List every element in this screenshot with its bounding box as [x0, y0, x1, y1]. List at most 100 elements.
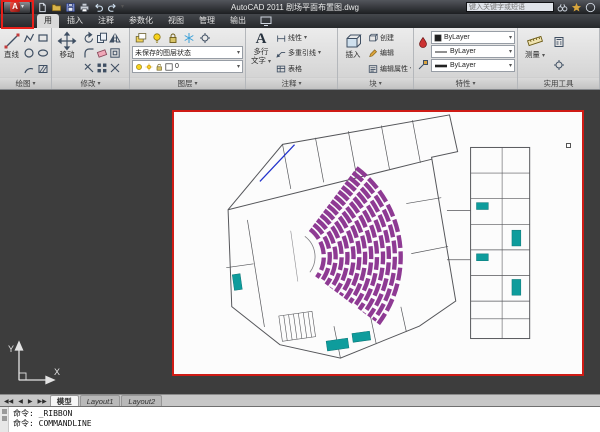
ucs-y-label: Y	[8, 344, 14, 354]
tab-annotate[interactable]: 注释	[91, 14, 121, 28]
edit-block-button[interactable]: 编辑	[368, 46, 411, 60]
id-point-icon[interactable]	[553, 59, 565, 71]
new-file-icon[interactable]	[37, 2, 48, 13]
plot-icon[interactable]	[79, 2, 90, 13]
ellipse-icon[interactable]	[37, 47, 49, 59]
insert-block-button[interactable]: 插入	[340, 30, 366, 77]
properties-expand-icon: ▾	[472, 81, 475, 87]
tab-model[interactable]: 模型	[50, 395, 79, 406]
command-line-2: 命令: COMMANDLINE	[13, 419, 596, 429]
circle-icon[interactable]	[23, 47, 35, 59]
command-history[interactable]: 命令: _RIBBON 命令: COMMANDLINE	[9, 407, 600, 432]
drawing-canvas[interactable]	[172, 110, 584, 376]
hatch-icon[interactable]	[37, 63, 49, 75]
layer-isolate-icon[interactable]	[199, 32, 211, 44]
quick-access-toolbar: ▾	[37, 2, 124, 13]
panel-annotation: A 多行 文字 ▾ 线性 ▾ 多重引线 ▾	[246, 28, 338, 89]
command-line-window[interactable]: 命令: _RIBBON 命令: COMMANDLINE	[0, 406, 600, 432]
layer-lock-icon[interactable]	[167, 32, 179, 44]
layers-expand-icon: ▾	[194, 81, 197, 87]
copy-icon[interactable]	[96, 32, 108, 44]
grip-point[interactable]	[566, 143, 571, 148]
panel-label-layers[interactable]: 图层▾	[130, 77, 245, 89]
panel-label-draw[interactable]: 绘图▾	[0, 77, 51, 89]
edit-attributes-icon	[368, 64, 378, 74]
linetype-sample	[434, 49, 448, 55]
search-input[interactable]	[466, 2, 554, 12]
polyline-icon[interactable]	[23, 32, 35, 44]
tab-home[interactable]: 用	[37, 14, 59, 28]
first-layout-button[interactable]: ◀◀	[2, 398, 15, 406]
arc-icon[interactable]	[23, 63, 35, 75]
object-color-icon[interactable]	[417, 36, 429, 48]
panel-label-block[interactable]: 块▾	[338, 77, 413, 89]
prev-layout-button[interactable]: ◀	[16, 398, 25, 406]
linetype-arrow-icon: ▾	[509, 49, 512, 55]
erase-icon[interactable]	[96, 47, 108, 59]
layer-freeze-icon[interactable]	[183, 32, 195, 44]
theater-seating	[303, 163, 411, 331]
multileader-button[interactable]: 多重引线 ▾	[276, 46, 335, 60]
color-dropdown[interactable]: ByLayer ▾	[431, 31, 515, 44]
redo-icon[interactable]	[107, 2, 118, 13]
lineweight-dropdown[interactable]: ByLayer ▾	[431, 59, 515, 72]
tab-manage[interactable]: 管理	[192, 14, 222, 28]
ribbon-tab-row: 用 插入 注释 参数化 视图 管理 输出	[0, 14, 600, 28]
move-button[interactable]: 移动	[54, 30, 80, 77]
save-icon[interactable]	[65, 2, 76, 13]
panel-label-utilities[interactable]: 实用工具	[518, 77, 599, 89]
tab-layout1[interactable]: Layout1	[80, 395, 121, 406]
array-icon[interactable]	[96, 62, 108, 74]
insert-label: 插入	[346, 51, 361, 59]
line-button[interactable]: 直线	[2, 30, 21, 77]
linear-dimension-button[interactable]: 线性 ▾	[276, 31, 335, 45]
measure-button[interactable]: 测量 ▾	[520, 30, 550, 77]
tab-layout2[interactable]: Layout2	[121, 395, 162, 406]
measure-label: 测量 ▾	[525, 51, 545, 59]
last-layout-button[interactable]: ▶▶	[35, 398, 48, 406]
rectangle-icon[interactable]	[37, 32, 49, 44]
screen-icon[interactable]	[260, 16, 272, 26]
layout-tab-bar: ◀◀ ◀ ▶ ▶▶ 模型 Layout1 Layout2	[0, 394, 600, 406]
rotate-icon[interactable]	[83, 32, 95, 44]
modify-expand-icon: ▾	[97, 81, 100, 87]
match-properties-icon[interactable]	[417, 59, 429, 71]
linetype-dropdown[interactable]: ByLayer ▾	[431, 45, 515, 58]
create-block-icon	[368, 33, 378, 43]
help-icon[interactable]	[585, 2, 596, 13]
tab-view[interactable]: 视图	[161, 14, 191, 28]
open-icon[interactable]	[51, 2, 62, 13]
next-layout-button[interactable]: ▶	[26, 398, 35, 406]
explode-icon[interactable]	[109, 62, 121, 74]
mtext-label-2: 文字 ▾	[251, 57, 271, 65]
tab-insert[interactable]: 插入	[60, 14, 90, 28]
panel-label-properties[interactable]: 特性▾	[414, 77, 517, 89]
qat-dropdown-icon[interactable]: ▾	[121, 4, 124, 10]
panel-label-annotation[interactable]: 注释▾	[246, 77, 337, 89]
tab-parametric[interactable]: 参数化	[122, 14, 160, 28]
application-menu-button[interactable]: A ▾	[3, 1, 31, 14]
trim-icon[interactable]	[83, 62, 95, 74]
undo-icon[interactable]	[93, 2, 104, 13]
binoculars-search-icon[interactable]	[557, 2, 568, 13]
layer-state-dropdown[interactable]: 未保存的图层状态 ▾	[132, 46, 243, 59]
command-line-gutter	[0, 407, 9, 432]
drawing-viewport[interactable]: Y X	[0, 90, 600, 394]
edit-attributes-button[interactable]: 编辑属性 ▾	[368, 62, 411, 76]
cyan-fixtures-right	[476, 203, 520, 296]
create-block-button[interactable]: 创建	[368, 31, 411, 45]
layer-dropdown-arrow-icon: ▾	[237, 64, 240, 70]
mtext-label-1: 多行	[254, 48, 269, 56]
exchange-star-icon[interactable]	[571, 2, 582, 13]
offset-icon[interactable]	[109, 47, 121, 59]
layer-properties-icon[interactable]	[135, 32, 147, 44]
tab-output[interactable]: 输出	[223, 14, 253, 28]
layer-bulb-icon[interactable]	[151, 32, 163, 44]
table-button[interactable]: 表格	[276, 62, 335, 76]
mirror-icon[interactable]	[109, 32, 121, 44]
layer-dropdown[interactable]: 0 ▾	[132, 60, 243, 73]
fillet-icon[interactable]	[83, 47, 95, 59]
panel-label-modify[interactable]: 修改▾	[52, 77, 129, 89]
quick-calc-icon[interactable]	[553, 36, 565, 48]
mtext-button[interactable]: A 多行 文字 ▾	[248, 30, 274, 77]
